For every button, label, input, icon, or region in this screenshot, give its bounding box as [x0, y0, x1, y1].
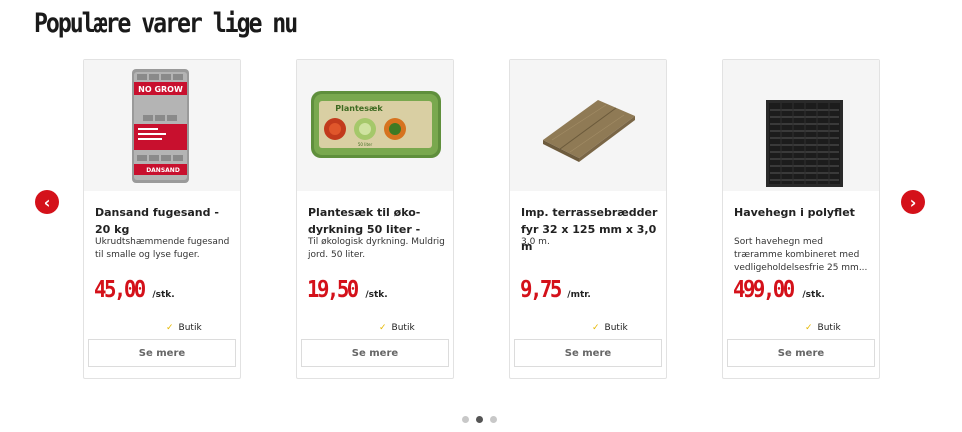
price-unit: /stk.: [365, 290, 388, 300]
product-description: Ukrudtshæmmende fugesand til smalle og l…: [95, 237, 230, 260]
plant-sack-image[interactable]: Plantesæk 50 liter: [297, 60, 453, 191]
see-more-button[interactable]: Se mere: [88, 339, 236, 367]
see-more-button[interactable]: Se mere: [727, 339, 875, 367]
svg-text:Plantesæk: Plantesæk: [335, 104, 383, 113]
stock-label: Butik: [391, 323, 415, 333]
price-value: 19,50: [307, 277, 359, 303]
product-name[interactable]: Dansand fugesand - 20 kg: [95, 204, 233, 238]
check-icon: ✓: [592, 323, 600, 333]
product-card[interactable]: Plantesæk 50 liter Plantesæk til øko-dyr…: [296, 59, 454, 379]
stock-label: Butik: [178, 323, 202, 333]
check-icon: ✓: [379, 323, 387, 333]
price-unit: /stk.: [152, 290, 175, 300]
stock-status: ✓ Butik: [379, 323, 415, 333]
fence-panel-image[interactable]: [723, 60, 879, 191]
sand-bag-image[interactable]: NO GROW DANSAND: [84, 60, 240, 191]
product-card[interactable]: Imp. terrassebrædder fyr 32 x 125 mm x 3…: [509, 59, 667, 379]
stock-status: ✓ Butik: [166, 323, 202, 333]
svg-text:50 liter: 50 liter: [358, 142, 373, 147]
section-title: Populære varer lige nu: [34, 8, 298, 39]
product-card[interactable]: Havehegn i polyflet Sort havehegn med tr…: [722, 59, 880, 379]
chevron-right-icon: ›: [909, 192, 917, 212]
product-description: Sort havehegn med træramme kombineret me…: [734, 237, 868, 273]
check-icon: ✓: [805, 323, 813, 333]
carousel-dot-active[interactable]: [476, 416, 483, 423]
svg-text:DANSAND: DANSAND: [146, 167, 180, 174]
price-value: 45,00: [94, 277, 146, 303]
product-price: 19,50 /stk.: [307, 277, 388, 303]
carousel-pagination: [462, 416, 497, 423]
carousel-dot[interactable]: [490, 416, 497, 423]
product-price: 45,00 /stk.: [94, 277, 175, 303]
see-more-button[interactable]: Se mere: [514, 339, 662, 367]
product-description: Til økologisk dyrkning. Muldrig jord. 50…: [308, 237, 445, 260]
chevron-left-icon: ‹: [43, 192, 51, 212]
carousel-dot[interactable]: [462, 416, 469, 423]
stock-status: ✓ Butik: [592, 323, 628, 333]
price-value: 9,75: [520, 277, 562, 303]
product-name[interactable]: Havehegn i polyflet: [734, 204, 872, 221]
product-card[interactable]: NO GROW DANSAND Dansand fugesand - 20 kg…: [83, 59, 241, 379]
price-unit: /mtr.: [567, 290, 591, 300]
carousel-prev-button[interactable]: ‹: [35, 190, 59, 214]
price-value: 499,00: [733, 277, 795, 303]
product-description: 3,0 m.: [521, 237, 550, 247]
price-unit: /stk.: [802, 290, 825, 300]
stock-status: ✓ Butik: [805, 323, 841, 333]
see-more-button[interactable]: Se mere: [301, 339, 449, 367]
check-icon: ✓: [166, 323, 174, 333]
decking-board-image[interactable]: [510, 60, 666, 191]
product-price: 499,00 /stk.: [733, 277, 825, 303]
carousel-next-button[interactable]: ›: [901, 190, 925, 214]
stock-label: Butik: [604, 323, 628, 333]
stock-label: Butik: [817, 323, 841, 333]
product-price: 9,75 /mtr.: [520, 277, 591, 303]
svg-text:NO GROW: NO GROW: [138, 85, 183, 94]
product-name[interactable]: Plantesæk til øko-dyrkning 50 liter -: [308, 204, 446, 238]
